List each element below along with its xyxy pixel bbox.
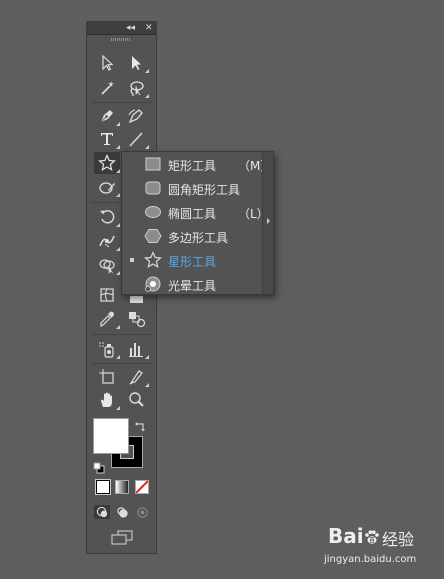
panel-titlebar[interactable]: ◂◂ ✕	[87, 22, 156, 35]
flyout-item-label: 星形工具	[168, 255, 217, 269]
watermark-jingyan: 经验	[382, 530, 415, 549]
shape-builder-icon[interactable]	[94, 254, 120, 276]
gradient-mode-icon[interactable]	[115, 480, 129, 494]
direct-selection-arrow-icon[interactable]	[123, 52, 149, 74]
draw-inside-icon[interactable]	[134, 505, 150, 519]
polygon-icon	[144, 227, 162, 245]
star-tool-button[interactable]	[94, 152, 120, 174]
collapse-panel-icon[interactable]: ◂◂	[126, 22, 135, 34]
flyout-item-label: 椭圆工具	[168, 207, 217, 221]
none-mode-icon[interactable]	[135, 480, 149, 494]
flyout-item-label: 圆角矩形工具	[168, 183, 241, 197]
hand-icon[interactable]	[94, 389, 120, 411]
current-tool-marker	[130, 258, 134, 262]
tear-off-arrow-icon	[267, 218, 270, 224]
symbol-sprayer-icon[interactable]	[94, 338, 120, 360]
pen-icon[interactable]	[94, 105, 120, 127]
mesh-icon[interactable]	[94, 284, 120, 306]
default-fill-stroke-icon[interactable]	[93, 459, 105, 474]
color-mode-icon[interactable]	[95, 479, 111, 495]
paintbrush-icon[interactable]	[94, 176, 120, 198]
flyout-item-label: 多边形工具	[168, 231, 229, 245]
flyout-item-rectangle[interactable]: 矩形工具 （M）	[122, 152, 272, 176]
tear-off-strip[interactable]	[262, 152, 273, 294]
width-icon[interactable]	[94, 230, 120, 252]
flyout-item-label: 光晕工具	[168, 279, 217, 293]
column-graph-icon[interactable]	[123, 338, 149, 360]
artboard-icon[interactable]	[94, 366, 120, 388]
watermark-url: jingyan.baidu.com	[324, 554, 417, 565]
rectangle-icon	[144, 155, 162, 173]
flyout-item-ellipse[interactable]: 椭圆工具 （L）	[122, 200, 269, 224]
slice-icon[interactable]	[123, 366, 149, 388]
draw-normal-icon[interactable]	[94, 505, 110, 519]
panel-grip[interactable]	[111, 38, 131, 41]
rotate-icon[interactable]	[94, 206, 120, 228]
star-icon	[144, 251, 162, 269]
divider	[91, 363, 152, 364]
flyout-item-star[interactable]: 星形工具	[122, 248, 264, 272]
close-panel-icon[interactable]: ✕	[145, 22, 153, 34]
svg-text:百: 百	[369, 537, 375, 545]
screen-mode-icon[interactable]	[110, 530, 134, 546]
rounded-rectangle-icon	[144, 179, 162, 197]
flyout-item-polygon[interactable]: 多边形工具	[122, 224, 264, 248]
draw-behind-icon[interactable]	[114, 505, 130, 519]
watermark-logo-text: Bai	[328, 524, 364, 548]
swap-fill-stroke-icon[interactable]	[134, 418, 146, 432]
flyout-item-label: 矩形工具	[168, 159, 217, 173]
selection-arrow-icon[interactable]	[94, 52, 120, 74]
flyout-item-rounded-rectangle[interactable]: 圆角矩形工具	[122, 176, 264, 200]
zoom-icon[interactable]	[123, 389, 149, 411]
eyedropper-icon[interactable]	[94, 308, 120, 330]
lasso-icon[interactable]	[123, 77, 149, 99]
curvature-pen-icon[interactable]	[123, 105, 149, 127]
fill-color-swatch[interactable]	[93, 418, 129, 454]
ellipse-icon	[144, 203, 162, 221]
paw-icon: 百	[364, 526, 380, 545]
line-segment-icon[interactable]	[123, 128, 149, 150]
flare-icon	[144, 275, 162, 293]
magic-wand-icon[interactable]	[94, 77, 120, 99]
star-icon	[98, 154, 116, 172]
flyout-item-flare[interactable]: 光晕工具	[122, 272, 264, 296]
shape-tools-flyout: 矩形工具 （M） 圆角矩形工具 椭圆工具 （L） 多边形工具 星形工具 光晕工具	[121, 151, 274, 295]
type-icon[interactable]	[94, 128, 120, 150]
divider	[91, 334, 152, 335]
divider	[91, 102, 152, 103]
watermark-logo: Bai 百	[328, 524, 380, 548]
blend-icon[interactable]	[123, 308, 149, 330]
baidu-jingyan-watermark: Bai 百 经验 jingyan.baidu.com	[298, 522, 438, 574]
